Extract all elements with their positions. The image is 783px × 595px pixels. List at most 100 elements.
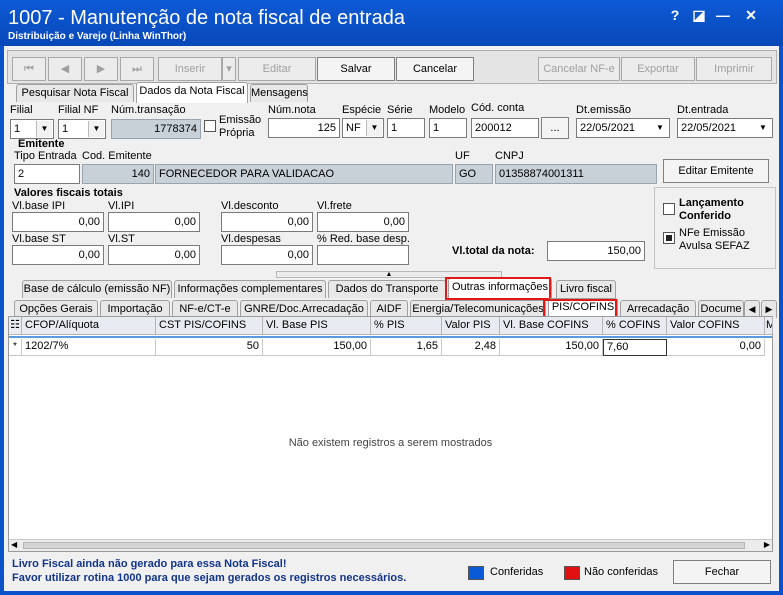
tab-base-calculo[interactable]: Base de cálculo (emissão NF) [22, 280, 172, 298]
desconto-field[interactable]: 0,00 [221, 212, 313, 232]
emissao-propria-checkbox[interactable] [204, 120, 216, 132]
lancamento-conferido-checkbox[interactable] [663, 203, 675, 215]
cell-base-cofins[interactable]: 150,00 [500, 339, 603, 356]
main-tabs: Pesquisar Nota Fiscal Dados da Nota Fisc… [6, 82, 308, 103]
num-nota-field[interactable]: 125 [268, 118, 340, 138]
new-row-separator [9, 336, 772, 338]
next-record-button[interactable]: ▶ [84, 57, 118, 81]
inserir-button[interactable]: Inserir [158, 57, 222, 81]
ipi-field[interactable]: 0,00 [108, 212, 200, 232]
base-ipi-field[interactable]: 0,00 [12, 212, 104, 232]
toolbar: ⏮ ◀ ▶ ⏭ Inserir ▾ Editar Salvar Cancelar… [7, 50, 777, 84]
cancelar-button[interactable]: Cancelar [396, 57, 474, 81]
editar-emitente-button[interactable]: Editar Emitente [663, 159, 769, 183]
exportar-button[interactable]: Exportar [621, 57, 695, 81]
cell-valor-pis[interactable]: 2,48 [442, 339, 500, 356]
nfe-avulsa-checkbox[interactable] [663, 232, 675, 244]
cell-pct-cofins-editing[interactable]: 7,60 [603, 339, 667, 356]
window-title: 1007 - Manutenção de nota fiscal de entr… [8, 7, 405, 29]
tipo-entrada-field[interactable]: 2 [14, 164, 80, 184]
filial-select[interactable]: 1 ▼ [10, 119, 54, 139]
total-field[interactable]: 150,00 [547, 241, 645, 261]
first-record-button[interactable]: ⏮ [12, 57, 46, 81]
cancelar-nfe-button[interactable]: Cancelar NF-e [538, 57, 620, 81]
dt-emissao-field[interactable]: 22/05/2021 ▼ [576, 118, 670, 138]
conferido-label: Conferido [679, 210, 731, 222]
base-st-field[interactable]: 0,00 [12, 245, 104, 265]
grid-header-more[interactable]: M [765, 317, 773, 335]
cod-conta-search-button[interactable]: ... [541, 117, 569, 139]
prev-record-button[interactable]: ◀ [48, 57, 82, 81]
num-transacao-field: 1778374 [111, 119, 201, 139]
grid-header-cfop[interactable]: CFOP/Alíquota [22, 317, 156, 335]
filial-label: Filial [10, 104, 33, 116]
horizontal-scrollbar[interactable]: ◀ ▶ [9, 539, 772, 551]
dt-entrada-label: Dt.entrada [677, 104, 729, 116]
filial-value: 1 [14, 123, 21, 135]
legend-conferidas-swatch [468, 566, 484, 580]
filial-nf-label: Filial NF [58, 104, 99, 116]
scroll-left-icon[interactable]: ◀ [11, 540, 17, 549]
warning-line-1: Livro Fiscal ainda não gerado para essa … [12, 558, 287, 570]
grid-header-pct-cofins[interactable]: % COFINS [603, 317, 667, 335]
grid-header-pct-pis[interactable]: % PIS [371, 317, 442, 335]
tab-dados[interactable]: Dados da Nota Fiscal [136, 82, 248, 103]
pis-cofins-grid: ☷ CFOP/Alíquota CST PIS/COFINS Vl. Base … [8, 316, 773, 552]
cod-conta-field[interactable]: 200012 [471, 118, 539, 138]
minimize-button[interactable]: — [712, 6, 734, 24]
grid-header-corner-icon: ☷ [9, 317, 22, 335]
cell-base-pis[interactable]: 150,00 [263, 339, 371, 356]
last-record-button[interactable]: ⏭ [120, 57, 154, 81]
warning-line-2: Favor utilizar rotina 1000 para que seja… [12, 572, 407, 584]
nome-emitente-field: FORNECEDOR PARA VALIDACAO [155, 164, 453, 184]
title-bar: 1007 - Manutenção de nota fiscal de entr… [0, 0, 783, 46]
modelo-field[interactable]: 1 [429, 118, 467, 138]
fechar-button[interactable]: Fechar [673, 560, 771, 584]
help-button[interactable]: ? [664, 6, 686, 24]
cell-cst[interactable]: 50 [156, 339, 263, 356]
scroll-thumb[interactable] [23, 542, 745, 549]
cell-pct-pis[interactable]: 1,65 [371, 339, 442, 356]
frete-label: Vl.frete [317, 200, 352, 212]
red-base-field[interactable] [317, 245, 409, 265]
grid-header-valor-pis[interactable]: Valor PIS [442, 317, 500, 335]
grid-header-cst[interactable]: CST PIS/COFINS [156, 317, 263, 335]
modelo-label: Modelo [429, 104, 466, 116]
base-st-label: Vl.base ST [12, 233, 66, 245]
especie-label: Espécie [342, 104, 382, 116]
dt-entrada-field[interactable]: 22/05/2021 ▼ [677, 118, 773, 138]
tipo-entrada-label: Tipo Entrada [14, 150, 77, 162]
inserir-dropdown-icon[interactable]: ▾ [222, 57, 236, 81]
filial-nf-select[interactable]: 1 ▼ [58, 119, 106, 139]
editar-button[interactable]: Editar [238, 57, 316, 81]
scroll-right-icon[interactable]: ▶ [764, 540, 770, 549]
tab-pesquisar[interactable]: Pesquisar Nota Fiscal [16, 84, 134, 102]
st-field[interactable]: 0,00 [108, 245, 200, 265]
especie-select[interactable]: NF ▼ [342, 118, 384, 138]
grid-header-base-cofins[interactable]: Vl. Base COFINS [500, 317, 603, 335]
cell-valor-cofins[interactable]: 0,00 [667, 339, 765, 356]
footer: Livro Fiscal ainda não gerado para essa … [4, 554, 779, 591]
despesas-field[interactable]: 0,00 [221, 245, 313, 265]
close-button[interactable]: ✕ [740, 6, 762, 24]
despesas-label: Vl.despesas [221, 233, 281, 245]
grid-header-base-pis[interactable]: Vl. Base PIS [263, 317, 371, 335]
tab-info-complementares[interactable]: Informações complementares [174, 280, 326, 298]
cod-emitente-field: 140 [82, 164, 154, 184]
tab-livro-fiscal[interactable]: Livro fiscal [556, 280, 616, 298]
serie-field[interactable]: 1 [387, 118, 425, 138]
red-base-label: % Red. base desp. [317, 233, 410, 245]
cell-cfop[interactable]: 1202/7% [22, 339, 156, 356]
lancamento-label: Lançamento [679, 197, 744, 209]
nfe-emissao-label: NFe Emissão [679, 227, 746, 239]
salvar-button[interactable]: Salvar [317, 57, 395, 81]
client-area: ⏮ ◀ ▶ ⏭ Inserir ▾ Editar Salvar Cancelar… [4, 46, 779, 591]
side-options-box: Lançamento Conferido NFe Emissão Avulsa … [654, 187, 776, 269]
tab-dados-transporte[interactable]: Dados do Transporte [328, 280, 446, 298]
grid-header-valor-cofins[interactable]: Valor COFINS [667, 317, 765, 335]
frete-field[interactable]: 0,00 [317, 212, 409, 232]
imprimir-button[interactable]: Imprimir [696, 57, 772, 81]
cnpj-field: 01358874001311 [495, 164, 657, 184]
restore-button[interactable]: ◪ [688, 6, 710, 24]
tab-mensagens[interactable]: Mensagens [250, 84, 308, 102]
